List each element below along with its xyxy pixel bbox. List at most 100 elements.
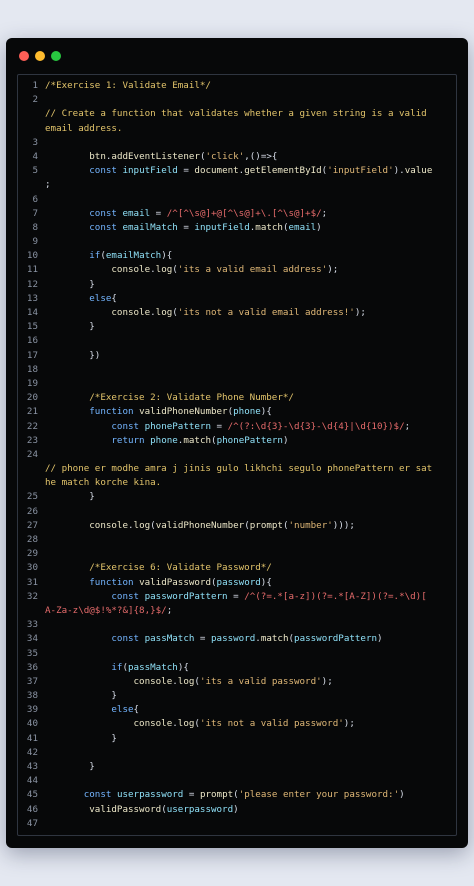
code-line: 21 function validPhoneNumber(phone){	[18, 405, 456, 419]
code-line: 19	[18, 377, 456, 391]
code-keyword: if	[89, 250, 101, 262]
code-line: he match korche kina.	[18, 476, 456, 490]
code-text: console.log('its a valid email address')…	[45, 263, 338, 277]
code-identifier: email	[288, 221, 317, 233]
code-punctuation: )));	[332, 519, 355, 531]
code-function: getElementById	[244, 165, 322, 177]
code-punctuation: );	[327, 264, 339, 276]
code-punctuation: }	[45, 690, 117, 702]
line-number: 17	[26, 349, 38, 361]
minimize-dot-icon[interactable]	[35, 51, 45, 61]
maximize-dot-icon[interactable]	[51, 51, 61, 61]
code-line: 27 console.log(validPhoneNumber(prompt('…	[18, 519, 456, 533]
code-line: 36 if(passMatch){	[18, 661, 456, 675]
code-window: 1 /*Exercise 1: Validate Email*/ 2 // Creat…	[6, 38, 468, 848]
code-text: // Create a function that validates whet…	[45, 107, 427, 121]
code-text: const passMatch = password.match(passwor…	[45, 632, 382, 646]
code-text: // phone er modhe amra j jinis gulo likh…	[45, 462, 432, 476]
code-line: 43 }	[18, 760, 456, 774]
code-identifier: phone	[233, 406, 261, 418]
code-line: 24	[18, 448, 456, 462]
code-function: console	[89, 519, 128, 531]
code-line: 31 function validPassword(password){	[18, 576, 456, 590]
code-punctuation	[45, 676, 134, 687]
code-editor[interactable]: 1 /*Exercise 1: Validate Email*/ 2 // Creat…	[17, 74, 457, 836]
code-line: 26	[18, 505, 456, 519]
line-number: 15	[26, 321, 38, 333]
code-punctuation	[45, 392, 89, 403]
line-number: 7	[32, 207, 38, 219]
code-line: 6	[18, 193, 456, 207]
code-line: 16	[18, 334, 456, 348]
code-line: 9	[18, 235, 456, 249]
code-punctuation: ;	[166, 604, 173, 616]
code-punctuation	[45, 804, 89, 815]
code-line: 10 if(emailMatch){	[18, 249, 456, 263]
code-keyword: const	[89, 165, 123, 177]
code-line: 37 console.log('its a valid password');	[18, 675, 456, 689]
code-function: log	[133, 519, 151, 531]
code-line: 18	[18, 363, 456, 377]
code-text: he match korche kina.	[45, 476, 161, 490]
line-number: 30	[26, 562, 38, 574]
line-number: 44	[26, 775, 38, 787]
code-line: 13 else{	[18, 292, 456, 306]
code-text: A-Za-z\d@$!%*?&]{8,}$/;	[45, 604, 172, 618]
line-number: 18	[26, 363, 38, 375]
code-text: function validPassword(password){	[45, 576, 272, 590]
code-function: console	[111, 264, 151, 276]
code-punctuation	[45, 577, 89, 588]
code-function: match	[255, 221, 283, 233]
line-number: 20	[26, 392, 38, 404]
line-number: 29	[26, 548, 38, 560]
code-punctuation: =	[194, 633, 211, 645]
code-keyword: const	[89, 207, 123, 219]
code-line: 14 console.log('its not a valid email ad…	[18, 306, 456, 320]
code-text: if(emailMatch){	[45, 249, 172, 263]
code-line: 5 const inputField = document.getElement…	[18, 164, 456, 178]
line-number: 6	[32, 193, 38, 205]
code-line: 2	[18, 93, 456, 107]
line-number: 36	[26, 661, 38, 673]
code-line: 12 }	[18, 278, 456, 292]
code-punctuation: ;	[45, 179, 51, 191]
code-punctuation	[45, 435, 111, 446]
code-punctuation: ;	[321, 207, 328, 219]
code-line: 39 else{	[18, 703, 456, 717]
code-identifier: inputField	[122, 165, 178, 177]
code-comment: email address.	[45, 122, 123, 134]
line-number: 31	[26, 576, 38, 588]
code-line: 47	[18, 817, 456, 831]
code-identifier: emailMatch	[122, 221, 178, 233]
code-punctuation: }	[45, 491, 95, 503]
code-function: validPhoneNumber	[139, 406, 228, 418]
line-number: 33	[26, 619, 38, 631]
code-function: log	[177, 718, 195, 730]
code-punctuation: })	[45, 349, 101, 361]
line-number: 23	[26, 434, 38, 446]
line-number: 2	[32, 94, 38, 106]
line-number: 4	[32, 150, 38, 162]
line-number: 11	[26, 264, 38, 276]
code-line: 40 console.log('its not a valid password…	[18, 717, 456, 731]
code-punctuation: =	[210, 420, 228, 432]
code-comment: he match korche kina.	[45, 477, 162, 489]
code-line: 33	[18, 618, 456, 632]
code-line: 38 }	[18, 689, 456, 703]
code-function: console	[133, 675, 173, 687]
line-number: 24	[26, 448, 38, 460]
code-punctuation: );	[354, 307, 366, 318]
code-function: match	[260, 633, 289, 645]
code-identifier: emailMatch	[105, 250, 162, 262]
code-keyword: else	[111, 704, 134, 716]
line-number: 28	[26, 534, 38, 545]
code-identifier: userpassword	[116, 789, 184, 801]
code-identifier: email	[122, 207, 151, 219]
code-comment: /*Exercise 2: Validate Phone Number*/	[89, 392, 294, 404]
code-function: match	[183, 434, 212, 446]
code-function: log	[177, 675, 195, 687]
code-line: 34 const passMatch = password.match(pass…	[18, 632, 456, 646]
close-dot-icon[interactable]	[19, 51, 29, 61]
code-punctuation	[45, 208, 89, 219]
code-punctuation	[45, 250, 89, 261]
